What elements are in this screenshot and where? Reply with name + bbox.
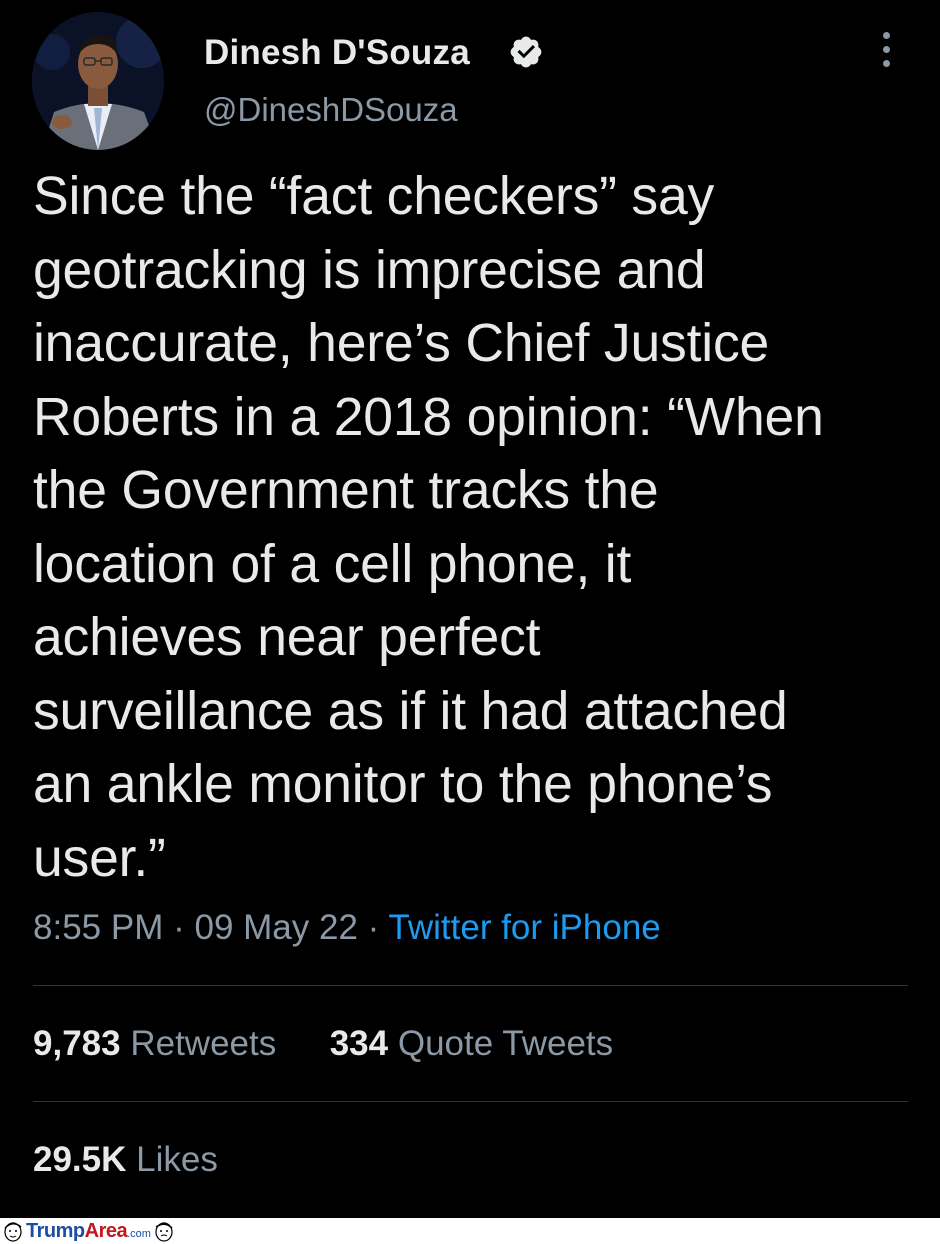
watermark-bar: TrumpArea .com	[0, 1218, 940, 1244]
tweet-text: Since the “fact checkers” say geotrackin…	[33, 167, 824, 888]
likes-label: Likes	[136, 1140, 218, 1179]
separator: ·	[173, 908, 185, 947]
tweet-source-link[interactable]: Twitter for iPhone	[388, 908, 660, 947]
avatar-image	[32, 12, 164, 150]
tweet-date[interactable]: 09 May 22	[194, 908, 357, 947]
quote-tweets-count: 334	[329, 1024, 389, 1063]
retweets-label: Retweets	[130, 1024, 277, 1063]
watermark-brand-1: Trump	[26, 1219, 85, 1242]
quote-tweets-stat[interactable]: 334 Quote Tweets	[330, 1024, 613, 1063]
divider	[33, 1101, 908, 1102]
watermark-brand-2: Area	[84, 1219, 128, 1242]
more-options-icon[interactable]	[872, 32, 900, 76]
likes-stat[interactable]: 29.5K Likes	[33, 1140, 218, 1180]
watermark-suffix: .com	[127, 1228, 151, 1240]
verified-badge-icon	[510, 36, 542, 68]
tweet-metadata: 8:55 PM · 09 May 22 · Twitter for iPhone	[33, 908, 661, 948]
likes-count: 29.5K	[33, 1140, 127, 1179]
tweet-time[interactable]: 8:55 PM	[33, 908, 163, 947]
retweets-stat[interactable]: 9,783 Retweets	[33, 1024, 286, 1063]
watermark-logo: TrumpArea .com	[0, 1218, 177, 1244]
avatar[interactable]	[32, 12, 164, 150]
retweets-count: 9,783	[33, 1024, 121, 1063]
caricature-face-icon	[4, 1222, 22, 1242]
divider	[33, 985, 908, 986]
tweet: Dinesh D'Souza @DineshDSouza Since the “…	[0, 0, 940, 1218]
separator: ·	[367, 908, 380, 947]
caricature-face-icon	[155, 1222, 173, 1242]
quote-tweets-label: Quote Tweets	[397, 1024, 614, 1063]
watermark-text: TrumpArea	[26, 1219, 128, 1243]
engagement-stats: 9,783 Retweets 334 Quote Tweets	[33, 1024, 613, 1064]
username-handle[interactable]: @DineshDSouza	[204, 91, 458, 129]
display-name[interactable]: Dinesh D'Souza	[204, 33, 470, 73]
